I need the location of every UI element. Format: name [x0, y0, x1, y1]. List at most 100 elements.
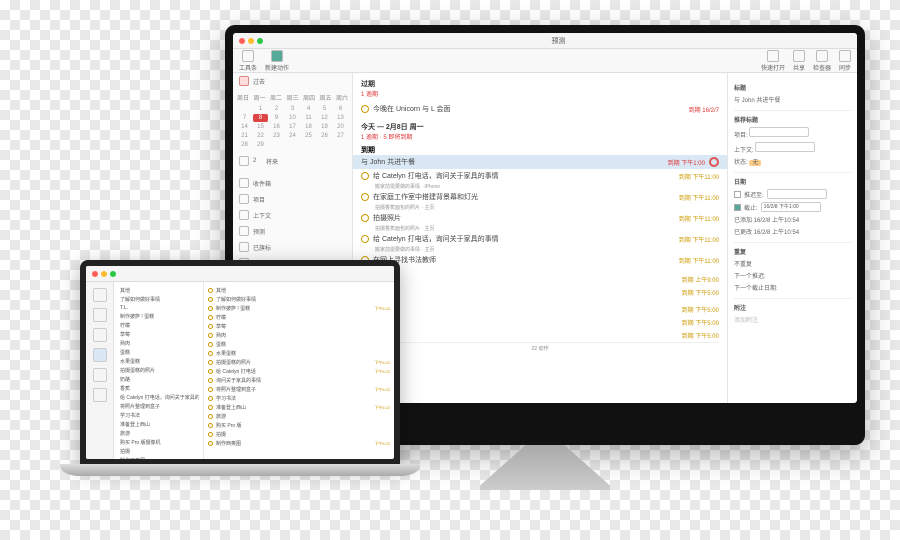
project-item[interactable]: 奶酪	[118, 375, 199, 384]
cal-days[interactable]: 1234567891011121314151617181920212223242…	[237, 105, 348, 149]
laptop-titlebar[interactable]	[86, 266, 394, 282]
task-row[interactable]: 今晚在 Unicorn 与 L 会面 到期 16/2/7	[361, 102, 719, 116]
project-item[interactable]: 香蕉	[118, 384, 199, 393]
task-row[interactable]: 旅游	[208, 412, 390, 421]
sync-button[interactable]: 同步	[839, 50, 851, 72]
sidebar-nav-item[interactable]: 上下文	[233, 207, 352, 223]
checkbox-icon[interactable]	[361, 105, 369, 113]
mini-calendar[interactable]: 周日周一周二周三周四周五周六 1234567891011121314151617…	[233, 89, 352, 153]
inbox-icon[interactable]	[93, 288, 107, 302]
inspector-title-value[interactable]: 与 John 共进午餐	[734, 95, 851, 104]
task-row[interactable]: 拍摄照片到期 下午11:00	[361, 211, 719, 225]
project-item[interactable]: 拍摄	[118, 447, 199, 456]
checkbox-icon[interactable]	[734, 191, 741, 198]
checkbox-icon[interactable]	[208, 333, 213, 338]
window-titlebar[interactable]: 预测	[233, 33, 857, 49]
project-item[interactable]: 水果蛋糕	[118, 357, 199, 366]
sidebar-future[interactable]: 2 将来	[233, 153, 352, 169]
repeat-field[interactable]: 不重复	[734, 259, 851, 268]
task-row[interactable]: 将照片整理到盒子下午5:22	[208, 385, 390, 394]
checkbox-icon[interactable]	[208, 360, 213, 365]
zoom-icon[interactable]	[110, 271, 116, 277]
task-row[interactable]: 询问关于家具的事情	[208, 376, 390, 385]
sidebar-past[interactable]: 过去	[233, 73, 352, 89]
project-item[interactable]: 熟肉	[118, 339, 199, 348]
sidebar-nav-item[interactable]: 收件箱	[233, 175, 352, 191]
checkbox-icon[interactable]	[208, 369, 213, 374]
checkbox-icon[interactable]	[208, 441, 213, 446]
project-item[interactable]: 拍摄蛋糕的照片	[118, 366, 199, 375]
project-item[interactable]: 草莓	[118, 330, 199, 339]
checkbox-icon[interactable]	[709, 157, 719, 167]
contexts-icon[interactable]	[93, 328, 107, 342]
checkbox-icon[interactable]	[208, 342, 213, 347]
checkbox-icon[interactable]	[361, 214, 369, 222]
task-row[interactable]: 准备登上西山下午5:22	[208, 403, 390, 412]
task-row[interactable]: 草莓	[208, 322, 390, 331]
task-row[interactable]: 蛋糕	[208, 340, 390, 349]
inspector-button[interactable]: 检查器	[813, 50, 831, 72]
checkbox-icon[interactable]	[208, 297, 213, 302]
checkbox-icon[interactable]	[208, 315, 213, 320]
checkbox-icon[interactable]	[208, 414, 213, 419]
project-item[interactable]: 制作披萨 ! 蛋糕	[118, 312, 199, 321]
status-field[interactable]: 状态: 无	[734, 157, 851, 166]
task-row-selected[interactable]: 与 John 共进午餐 到期 下午1:00	[353, 155, 727, 169]
checkbox-icon[interactable]	[208, 351, 213, 356]
task-row[interactable]: 给 Catelyn 打电话下午5:22	[208, 367, 390, 376]
task-row[interactable]: 制作披萨 ! 蛋糕下午5:22	[208, 304, 390, 313]
checkbox-icon[interactable]	[208, 324, 213, 329]
sidebar-nav-item[interactable]: 项目	[233, 191, 352, 207]
project-item[interactable]: 其他	[118, 286, 199, 295]
checkbox-icon[interactable]	[361, 235, 369, 243]
project-item[interactable]: 准备登上西山	[118, 420, 199, 429]
task-row[interactable]: 柠檬	[208, 313, 390, 322]
task-row[interactable]: 给 Catelyn 打电话，询问关于家具的事情到期 下午11:00	[361, 169, 719, 183]
checkbox-icon[interactable]	[208, 432, 213, 437]
sidebar-nav-item[interactable]: 预测	[233, 223, 352, 239]
project-field[interactable]: 项目:	[734, 127, 851, 139]
task-row[interactable]: 学习书法	[208, 394, 390, 403]
flagged-icon[interactable]	[93, 368, 107, 382]
close-icon[interactable]	[239, 38, 245, 44]
project-item[interactable]: 了解如何做好事情	[118, 295, 199, 304]
task-row[interactable]: 其他	[208, 286, 390, 295]
forecast-icon[interactable]	[93, 348, 107, 362]
review-icon[interactable]	[93, 388, 107, 402]
toolbar-button[interactable]: 工具条	[239, 50, 257, 72]
checkbox-icon[interactable]	[208, 306, 213, 311]
sidebar-nav-item[interactable]: 已旗标	[233, 239, 352, 255]
task-row[interactable]: 制作西奥图下午5:22	[208, 439, 390, 448]
checkbox-icon[interactable]	[208, 288, 213, 293]
task-row[interactable]: 拍摄蛋糕的照片下午5:22	[208, 358, 390, 367]
project-item[interactable]: 将照片整理到盒子	[118, 402, 199, 411]
task-row[interactable]: 熟肉	[208, 331, 390, 340]
project-item[interactable]: 购买 Pro 版摄像机	[118, 438, 199, 447]
minimize-icon[interactable]	[248, 38, 254, 44]
minimize-icon[interactable]	[101, 271, 107, 277]
project-item[interactable]: 制作西奥图	[118, 456, 199, 459]
project-item[interactable]: 给 Catelyn 打电话，询问关于家具的事情	[118, 393, 199, 402]
task-row[interactable]: 了解如何做好事情	[208, 295, 390, 304]
project-item[interactable]: 柠檬	[118, 321, 199, 330]
note-field[interactable]: 添加附注	[734, 315, 851, 324]
new-action-button[interactable]: 新建动作	[265, 50, 289, 72]
checkbox-icon[interactable]	[361, 172, 369, 180]
task-row[interactable]: 给 Catelyn 打电话，询问关于家具的事情到期 下午11:00	[361, 232, 719, 246]
defer-field[interactable]: 推迟至:	[734, 189, 851, 199]
due-field[interactable]: 截止:16/2/8 下午1:00	[734, 202, 851, 212]
zoom-icon[interactable]	[257, 38, 263, 44]
projects-icon[interactable]	[93, 308, 107, 322]
checkbox-icon[interactable]	[208, 387, 213, 392]
checkbox-icon[interactable]	[361, 193, 369, 201]
share-button[interactable]: 共享	[793, 50, 805, 72]
project-item[interactable]: 学习书法	[118, 411, 199, 420]
checkbox-icon[interactable]	[208, 405, 213, 410]
task-row[interactable]: 拍摄	[208, 430, 390, 439]
project-item[interactable]: 旅游	[118, 429, 199, 438]
checkbox-icon[interactable]	[208, 423, 213, 428]
quickopen-button[interactable]: 快速打开	[761, 50, 785, 72]
project-item[interactable]: T.L.	[118, 304, 199, 312]
project-item[interactable]: 蛋糕	[118, 348, 199, 357]
checkbox-icon[interactable]	[734, 204, 741, 211]
